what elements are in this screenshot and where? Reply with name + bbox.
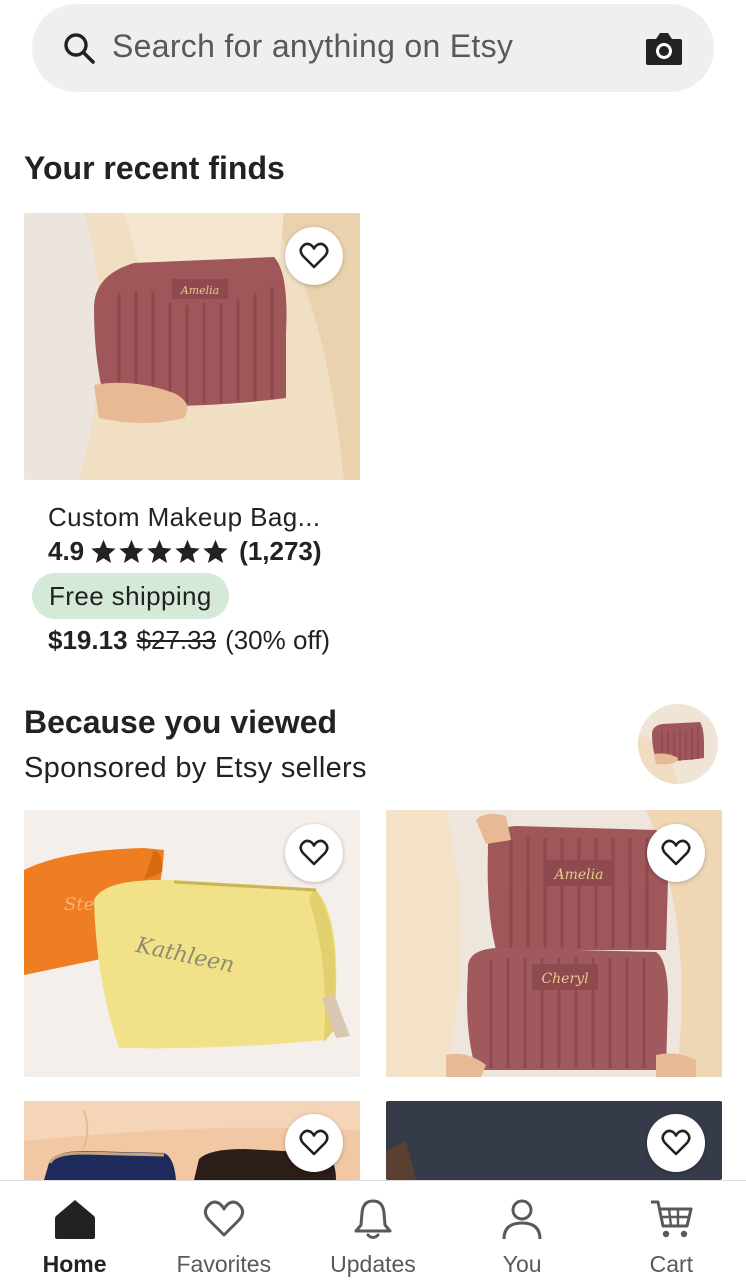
heart-icon (299, 1129, 329, 1156)
star-icon (203, 539, 228, 563)
star-rating (90, 538, 229, 565)
favorite-button[interactable] (647, 824, 705, 882)
bell-icon (354, 1199, 392, 1239)
person-icon (502, 1199, 542, 1240)
nav-home-label: Home (42, 1251, 107, 1277)
heart-icon (299, 839, 329, 866)
favorite-button[interactable] (285, 227, 343, 285)
review-count: (1,273) (239, 536, 322, 566)
nav-updates[interactable]: Updates (298, 1181, 447, 1280)
sale-price: $19.13 (48, 625, 128, 655)
cart-icon (651, 1200, 693, 1238)
discount-text: (30% off) (225, 625, 331, 655)
nav-home[interactable]: Home (0, 1181, 149, 1280)
sponsored-subtitle: Sponsored by Etsy sellers (24, 752, 367, 784)
nav-you[interactable]: You (448, 1181, 597, 1280)
nav-cart-label: Cart (649, 1251, 694, 1277)
nav-cart[interactable]: Cart (597, 1181, 746, 1280)
nav-you-label: You (502, 1251, 542, 1277)
home-icon (54, 1200, 95, 1239)
price-row: $19.13 $27.33 (30% off) (48, 625, 330, 656)
heart-icon (203, 1200, 244, 1237)
search-icon (64, 33, 95, 64)
camera-icon[interactable] (644, 30, 684, 68)
star-icon (91, 539, 116, 563)
rating-value: 4.9 (48, 536, 85, 566)
recent-item-title[interactable]: Custom Makeup Bag... (48, 502, 320, 533)
heart-icon (661, 1129, 691, 1156)
search-input[interactable]: Search for anything on Etsy (112, 28, 513, 65)
svg-text:Amelia: Amelia (180, 284, 219, 297)
because-you-viewed-title: Because you viewed (24, 704, 338, 740)
svg-text:Ste: Ste (64, 894, 94, 915)
nav-favorites[interactable]: Favorites (149, 1181, 298, 1280)
nav-updates-label: Updates (330, 1251, 416, 1277)
svg-text:Cheryl: Cheryl (541, 971, 588, 987)
recent-item-rating: 4.9 (1,273) (48, 536, 322, 567)
heart-icon (299, 242, 329, 269)
free-shipping-badge: Free shipping (32, 573, 229, 619)
bottom-navigation: Home Favorites Updates You Cart (0, 1180, 746, 1280)
star-icon (119, 539, 144, 563)
nav-favorites-label: Favorites (176, 1251, 272, 1277)
heart-icon (661, 839, 691, 866)
viewed-item-thumbnail[interactable] (638, 704, 718, 784)
search-bar[interactable]: Search for anything on Etsy (32, 4, 714, 92)
favorite-button[interactable] (285, 1114, 343, 1172)
star-icon (175, 539, 200, 563)
recent-finds-title: Your recent finds (24, 150, 285, 186)
favorite-button[interactable] (647, 1114, 705, 1172)
star-icon (147, 539, 172, 563)
favorite-button[interactable] (285, 824, 343, 882)
svg-text:Amelia: Amelia (553, 867, 604, 883)
original-price: $27.33 (136, 625, 217, 655)
